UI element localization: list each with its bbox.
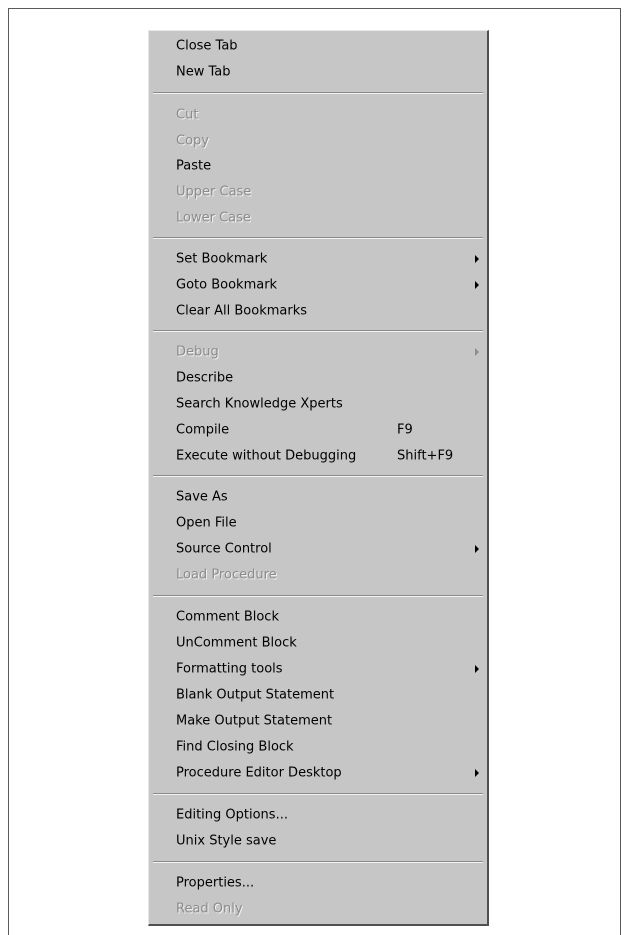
menu-item-label: Open File <box>176 515 237 531</box>
menu-item-label: Make Output Statement <box>176 713 333 729</box>
menu-separator <box>153 861 483 863</box>
menu-item-label: Clear All Bookmarks <box>176 303 308 319</box>
menu-item-label: Set Bookmark <box>176 251 268 267</box>
context-menu: Close Tab New Tab Cut Copy Paste Upper C… <box>148 30 489 926</box>
submenu-arrow-icon <box>475 665 479 673</box>
menu-item-label: Load Procedure <box>176 567 277 583</box>
menu-item-describe[interactable]: Describe <box>149 365 487 391</box>
submenu-arrow-icon <box>475 348 479 356</box>
menu-item-find-closing-block[interactable]: Find Closing Block <box>149 734 487 760</box>
menu-item-shortcut: Shift+F9 <box>397 448 454 464</box>
menu-item-read-only: Read Only <box>149 896 487 922</box>
menu-item-label: Goto Bookmark <box>176 277 278 293</box>
menu-item-label: Copy <box>176 133 209 149</box>
menu-item-search-knowledge-xperts[interactable]: Search Knowledge Xperts <box>149 391 487 417</box>
menu-item-label: Procedure Editor Desktop <box>176 765 342 781</box>
submenu-arrow-icon <box>475 769 479 777</box>
menu-item-formatting-tools[interactable]: Formatting tools <box>149 656 487 682</box>
menu-item-label: Unix Style save <box>176 833 277 849</box>
menu-item-clear-all-bookmarks[interactable]: Clear All Bookmarks <box>149 298 487 324</box>
menu-item-label: Cut <box>176 107 199 123</box>
menu-item-goto-bookmark[interactable]: Goto Bookmark <box>149 272 487 298</box>
menu-item-properties[interactable]: Properties... <box>149 870 487 896</box>
menu-separator <box>153 237 483 239</box>
menu-item-label: Formatting tools <box>176 661 283 677</box>
menu-item-cut: Cut <box>149 102 487 128</box>
menu-item-unix-style-save[interactable]: Unix Style save <box>149 828 487 854</box>
menu-item-label: UnComment Block <box>176 635 297 651</box>
menu-item-copy: Copy <box>149 128 487 154</box>
menu-item-label: Read Only <box>176 901 243 917</box>
menu-item-label: Search Knowledge Xperts <box>176 396 343 412</box>
menu-item-label: Lower Case <box>176 210 251 226</box>
menu-item-label: Find Closing Block <box>176 739 294 755</box>
menu-item-uncomment-block[interactable]: UnComment Block <box>149 630 487 656</box>
menu-item-new-tab[interactable]: New Tab <box>149 59 487 85</box>
menu-item-label: Paste <box>176 158 212 174</box>
menu-item-source-control[interactable]: Source Control <box>149 536 487 562</box>
menu-item-debug: Debug <box>149 339 487 365</box>
menu-item-shortcut: F9 <box>397 422 413 438</box>
menu-item-open-file[interactable]: Open File <box>149 510 487 536</box>
menu-item-execute-without-debugging[interactable]: Execute without Debugging Shift+F9 <box>149 443 487 469</box>
menu-separator <box>153 793 483 795</box>
menu-item-label: Editing Options... <box>176 807 288 823</box>
submenu-arrow-icon <box>475 281 479 289</box>
menu-item-load-procedure: Load Procedure <box>149 562 487 588</box>
menu-item-label: Comment Block <box>176 609 279 625</box>
menu-item-label: Upper Case <box>176 184 252 200</box>
menu-item-close-tab[interactable]: Close Tab <box>149 33 487 59</box>
menu-item-label: Source Control <box>176 541 272 557</box>
menu-item-comment-block[interactable]: Comment Block <box>149 604 487 630</box>
menu-item-label: Describe <box>176 370 234 386</box>
menu-item-lower-case: Lower Case <box>149 205 487 231</box>
menu-item-label: New Tab <box>176 64 231 80</box>
menu-item-compile[interactable]: Compile F9 <box>149 417 487 443</box>
menu-item-editing-options[interactable]: Editing Options... <box>149 802 487 828</box>
menu-item-paste[interactable]: Paste <box>149 153 487 179</box>
submenu-arrow-icon <box>475 255 479 263</box>
menu-item-label: Properties... <box>176 875 255 891</box>
menu-item-save-as[interactable]: Save As <box>149 484 487 510</box>
menu-item-label: Close Tab <box>176 38 238 54</box>
menu-item-label: Compile <box>176 422 230 438</box>
menu-separator <box>153 330 483 332</box>
menu-item-blank-output-statement[interactable]: Blank Output Statement <box>149 682 487 708</box>
menu-item-label: Save As <box>176 489 228 505</box>
menu-separator <box>153 92 483 94</box>
menu-item-make-output-statement[interactable]: Make Output Statement <box>149 708 487 734</box>
menu-separator <box>153 475 483 477</box>
menu-item-label: Blank Output Statement <box>176 687 335 703</box>
menu-item-procedure-editor-desktop[interactable]: Procedure Editor Desktop <box>149 760 487 786</box>
submenu-arrow-icon <box>475 545 479 553</box>
menu-item-label: Debug <box>176 344 219 360</box>
menu-item-upper-case: Upper Case <box>149 179 487 205</box>
menu-item-label: Execute without Debugging <box>176 448 357 464</box>
menu-item-set-bookmark[interactable]: Set Bookmark <box>149 246 487 272</box>
menu-separator <box>153 595 483 597</box>
